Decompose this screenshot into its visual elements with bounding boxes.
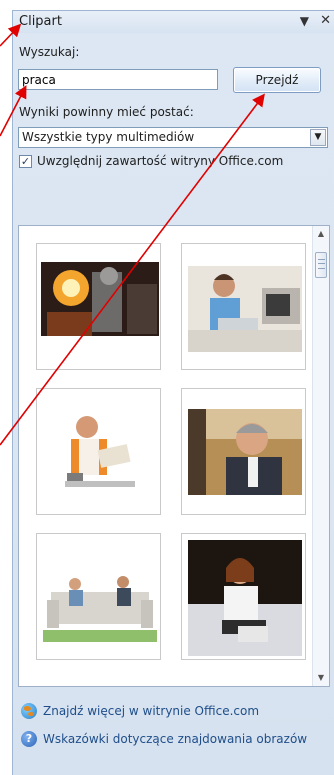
scroll-up-icon[interactable]: ▲ xyxy=(313,226,329,242)
man-reading-book-photo[interactable] xyxy=(36,388,161,515)
results-type-label: Wyniki powinny mieć postać: xyxy=(19,105,194,119)
find-more-link[interactable]: Znajdź więcej w witrynie Office.com xyxy=(21,701,259,721)
tips-link-text[interactable]: Wskazówki dotyczące znajdowania obrazów xyxy=(43,732,307,746)
media-type-selected: Wszystkie typy multimediów xyxy=(22,130,195,144)
include-office-checkbox[interactable]: ✓ xyxy=(19,155,32,168)
clipart-task-pane: Clipart ▼ ✕ Wyszukaj: Przejdź Wyniki pow… xyxy=(12,10,334,775)
clipart-results-list: ▲ ▼ xyxy=(18,225,330,687)
man-at-laptop-kitchen-photo[interactable] xyxy=(181,243,306,370)
pane-title-bar: Clipart ▼ ✕ xyxy=(13,11,334,33)
find-more-link-text[interactable]: Znajdź więcej w witrynie Office.com xyxy=(43,704,259,718)
search-label: Wyszukaj: xyxy=(19,45,80,59)
include-office-label: Uwzględnij zawartość witryny Office.com xyxy=(37,154,284,168)
scrollbar-thumb[interactable] xyxy=(315,252,327,278)
businessman-meeting-photo[interactable] xyxy=(181,388,306,515)
media-type-select[interactable]: Wszystkie typy multimediów ▼ xyxy=(18,127,328,148)
chevron-down-icon[interactable]: ▼ xyxy=(310,129,326,146)
search-input[interactable] xyxy=(18,69,218,90)
help-icon: ? xyxy=(21,731,37,747)
go-button[interactable]: Przejdź xyxy=(233,67,321,93)
dropdown-arrow-icon[interactable]: ▼ xyxy=(300,14,309,28)
pane-title: Clipart xyxy=(19,14,62,29)
tips-link[interactable]: ? Wskazówki dotyczące znajdowania obrazó… xyxy=(21,729,307,749)
close-icon[interactable]: ✕ xyxy=(320,13,331,28)
globe-icon xyxy=(21,703,37,719)
results-scrollbar[interactable]: ▲ ▼ xyxy=(312,226,329,686)
foundry-worker-photo[interactable] xyxy=(36,243,161,370)
scroll-down-icon[interactable]: ▼ xyxy=(313,670,329,686)
couple-on-sofa-photo[interactable] xyxy=(36,533,161,660)
woman-on-phone-photo[interactable] xyxy=(181,533,306,660)
